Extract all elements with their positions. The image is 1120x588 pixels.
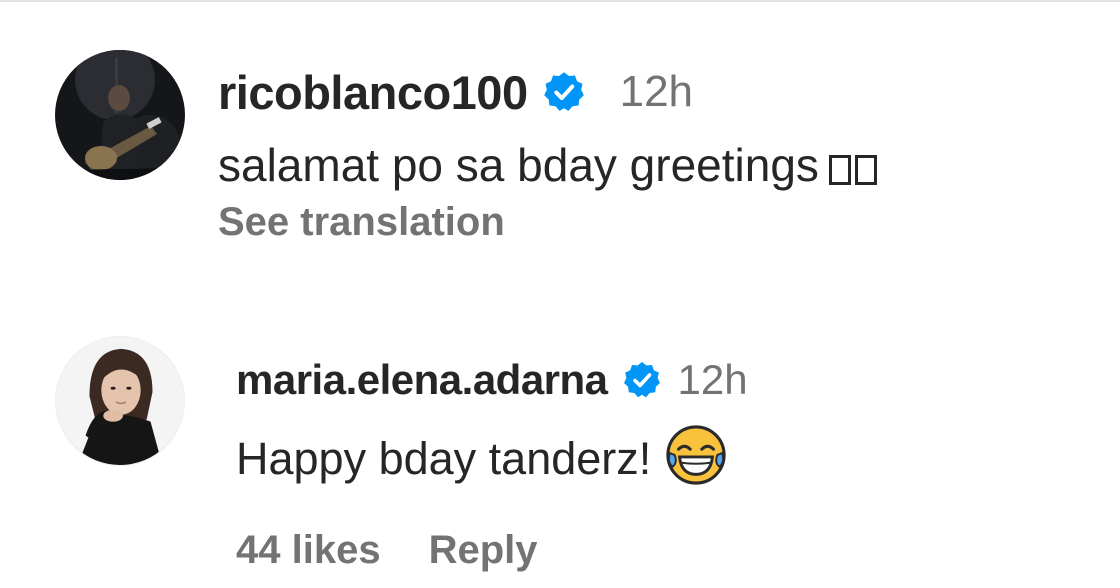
likes-count-button[interactable]: 44 likes (236, 528, 381, 573)
reply-button[interactable]: Reply (429, 528, 538, 573)
top-divider (0, 0, 1120, 2)
timestamp: 12h (677, 356, 748, 403)
username-link[interactable]: maria.elena.adarna (236, 356, 608, 404)
comment-text: salamat po sa bday greetings (218, 138, 881, 196)
avatar[interactable] (55, 50, 185, 180)
comment-body: Happy bday tanderz! (236, 433, 652, 484)
missing-glyph-icon (828, 142, 881, 196)
comment-item: maria.elena.adarna 12h Happy bday tander… (0, 336, 1120, 588)
verified-badge-icon (622, 360, 662, 400)
timestamp: 12h (619, 67, 694, 116)
see-translation-link[interactable]: See translation (218, 200, 505, 245)
username-link[interactable]: ricoblanco100 (218, 65, 528, 120)
comment-actions: 44 likes Reply (236, 528, 538, 573)
comment-body: salamat po sa bday greetings (218, 139, 819, 191)
comments-view: ricoblanco100 12h salamat po sa bday gre… (0, 0, 1120, 588)
comment-item: ricoblanco100 12h salamat po sa bday gre… (0, 50, 1120, 300)
comment-header: maria.elena.adarna 12h (236, 354, 748, 406)
comment-text: Happy bday tanderz! (236, 424, 727, 486)
verified-badge-icon (542, 70, 586, 114)
face-with-tears-of-joy-icon (665, 424, 727, 486)
avatar[interactable] (55, 336, 185, 466)
comment-header: ricoblanco100 12h (218, 62, 693, 122)
